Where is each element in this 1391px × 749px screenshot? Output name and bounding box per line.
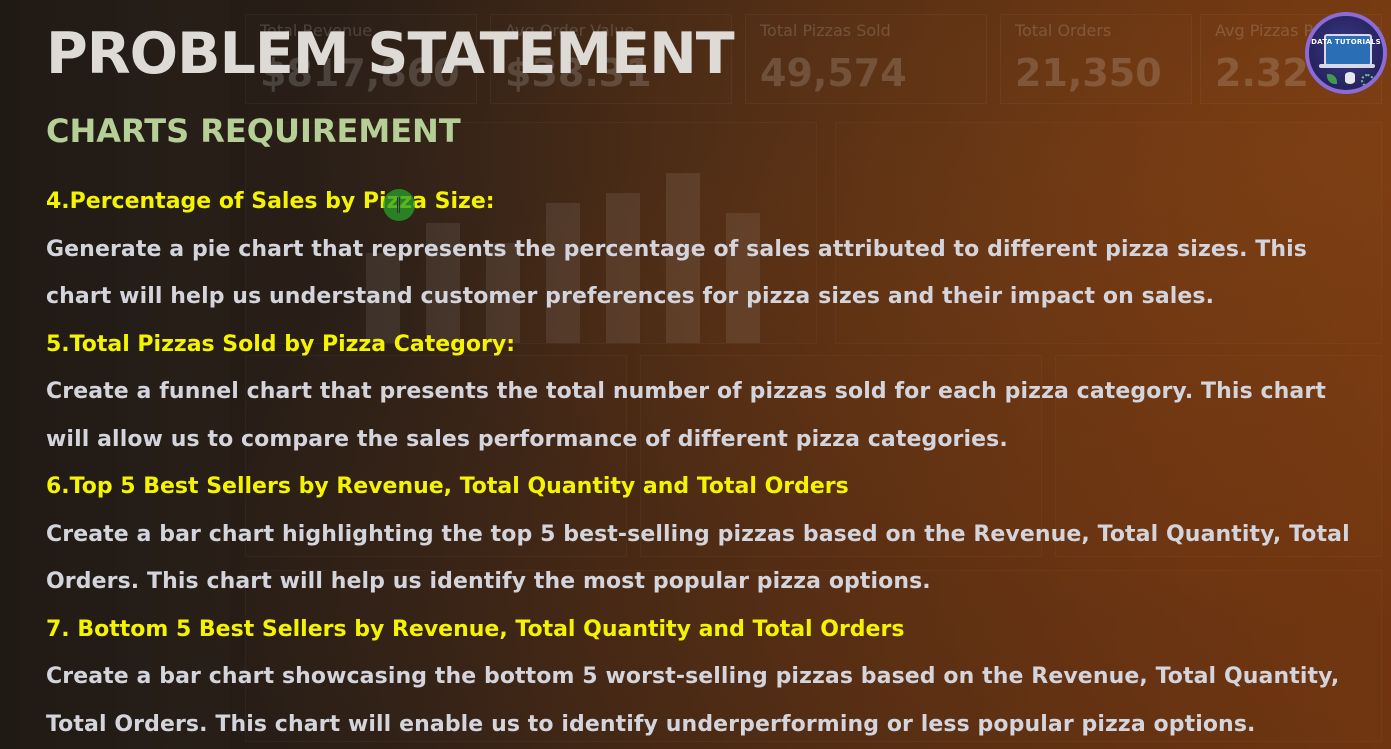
- background-kpi-label: Total Orders: [1015, 21, 1112, 40]
- requirement-description: Create a bar chart highlighting the top …: [46, 521, 1350, 595]
- background-kpi-value: 2.32: [1215, 51, 1309, 95]
- background-kpi-value: 49,574: [760, 51, 907, 95]
- cursor-icon: [383, 189, 415, 221]
- logo-text: DATA TUTORIALS: [1311, 38, 1381, 46]
- database-icon: [1345, 72, 1355, 84]
- slide: Total Revenue $817,860 Avg Order Value $…: [0, 0, 1391, 749]
- text-cursor-icon: [397, 197, 400, 213]
- background-kpi-label: Total Pizzas Sold: [760, 21, 891, 40]
- background-kpi-card: Total Orders 21,350: [1000, 14, 1192, 104]
- requirement-item: 7. Bottom 5 Best Sellers by Revenue, Tot…: [46, 606, 1366, 749]
- page-title: PROBLEM STATEMENT: [46, 21, 735, 87]
- gear-icon: [1361, 74, 1374, 87]
- requirement-heading: 6.Top 5 Best Sellers by Revenue, Total Q…: [46, 474, 849, 499]
- background-kpi-card: Total Pizzas Sold 49,574: [745, 14, 987, 104]
- background-kpi-value: 21,350: [1015, 51, 1162, 95]
- requirement-heading: 5.Total Pizzas Sold by Pizza Category:: [46, 331, 516, 357]
- requirement-description: Generate a pie chart that represents the…: [46, 236, 1307, 310]
- requirement-heading: 7. Bottom 5 Best Sellers by Revenue, Tot…: [46, 616, 905, 642]
- leaf-icon: [1327, 74, 1337, 84]
- requirement-heading: 4.Percentage of Sales by Pizza Size:: [46, 189, 495, 214]
- section-subtitle: CHARTS REQUIREMENT: [46, 112, 461, 150]
- laptop-base-icon: [1319, 64, 1375, 68]
- requirement-item: 5.Total Pizzas Sold by Pizza Category: C…: [46, 321, 1366, 464]
- requirement-item: 4.Percentage of Sales by Pizza Size: Gen…: [46, 178, 1366, 321]
- requirement-description: Create a bar chart showcasing the bottom…: [46, 664, 1340, 737]
- requirements-list: 4.Percentage of Sales by Pizza Size: Gen…: [46, 178, 1366, 748]
- requirement-item: 6.Top 5 Best Sellers by Revenue, Total Q…: [46, 463, 1366, 606]
- data-tutorials-logo-icon: DATA TUTORIALS: [1305, 12, 1387, 94]
- requirement-description: Create a funnel chart that presents the …: [46, 379, 1326, 452]
